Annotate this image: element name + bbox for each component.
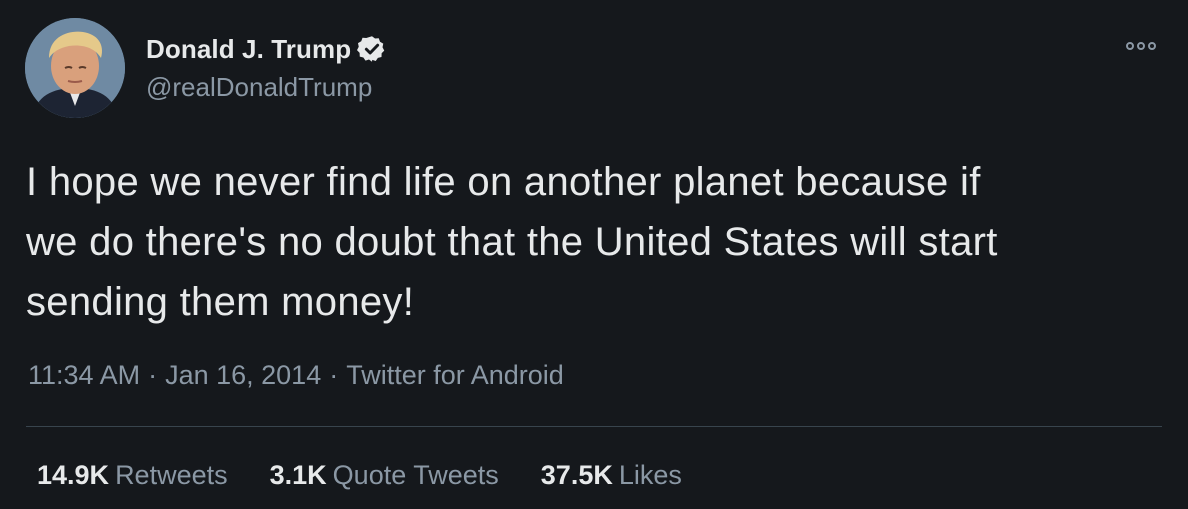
retweets-count: 14.9K: [37, 460, 110, 490]
tweet-text-line: I hope we never find life on another pla…: [26, 160, 981, 204]
separator: ·: [329, 360, 339, 390]
verified-badge-icon: [357, 34, 387, 64]
author-display-name[interactable]: Donald J. Trump: [146, 34, 351, 65]
retweets-label: Retweets: [115, 460, 228, 490]
author-name-row: Donald J. Trump: [146, 32, 387, 66]
tweet-source[interactable]: Twitter for Android: [346, 360, 564, 390]
tweet-card: Donald J. Trump @realDonaldTrump I hope …: [0, 0, 1188, 509]
quote-tweets-count: 3.1K: [269, 460, 327, 490]
tweet-metadata: 11:34 AM · Jan 16, 2014 · Twitter for Androi…: [28, 360, 564, 391]
avatar-image: [25, 18, 125, 118]
tweet-text-line: sending them money!: [26, 280, 415, 324]
more-options-icon[interactable]: [1126, 38, 1162, 54]
quote-tweets-label: Quote Tweets: [332, 460, 499, 490]
tweet-date[interactable]: Jan 16, 2014: [165, 360, 321, 390]
likes-stat[interactable]: 37.5K Likes: [541, 460, 682, 491]
tweet-time[interactable]: 11:34 AM: [28, 360, 140, 390]
likes-count: 37.5K: [540, 460, 613, 490]
author-handle[interactable]: @realDonaldTrump: [146, 72, 372, 103]
separator: ·: [148, 360, 158, 390]
tweet-stats: 14.9K Retweets 3.1K Quote Tweets 37.5K Like…: [37, 460, 724, 491]
quote-tweets-stat[interactable]: 3.1K Quote Tweets: [270, 460, 499, 491]
avatar[interactable]: [25, 18, 125, 118]
tweet-text: I hope we never find life on another pla…: [26, 152, 1166, 332]
tweet-text-line: we do there's no doubt that the United S…: [26, 220, 998, 264]
retweets-stat[interactable]: 14.9K Retweets: [37, 460, 228, 491]
divider: [26, 426, 1162, 427]
likes-label: Likes: [618, 460, 682, 490]
